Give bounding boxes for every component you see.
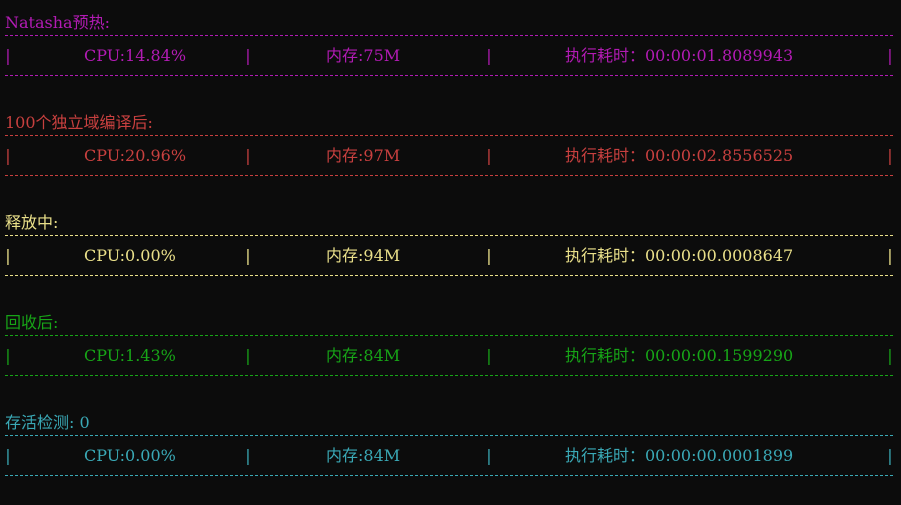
section-compiled: 100个独立域编译后: | CPU:20.96% | 内存:97M | 执行耗时…	[0, 113, 901, 203]
cpu-usage: CPU:14.84%	[84, 46, 187, 65]
column-separator: |	[5, 346, 11, 365]
column-separator: |	[5, 46, 11, 65]
dashed-divider	[5, 335, 893, 336]
column-separator: |	[486, 346, 492, 365]
memory-usage: 内存:84M	[326, 446, 401, 465]
column-separator: |	[887, 246, 893, 265]
column-separator: |	[245, 346, 251, 365]
section-heading: 回收后:	[5, 313, 59, 332]
memory-usage: 内存:97M	[326, 146, 401, 165]
stats-row: | CPU:14.84% | 内存:75M | 执行耗时：00:00:01.80…	[0, 45, 901, 67]
section-heading: 释放中:	[5, 213, 59, 232]
stats-row: | CPU:0.00% | 内存:84M | 执行耗时：00:00:00.000…	[0, 445, 901, 467]
stats-row: | CPU:1.43% | 内存:84M | 执行耗时：00:00:00.159…	[0, 345, 901, 367]
dashed-divider	[5, 475, 893, 476]
column-separator: |	[887, 346, 893, 365]
cpu-usage: CPU:0.00%	[84, 246, 176, 265]
memory-usage: 内存:84M	[326, 346, 401, 365]
execution-time: 执行耗时：00:00:01.8089943	[565, 46, 794, 65]
section-releasing: 释放中: | CPU:0.00% | 内存:94M | 执行耗时：00:00:0…	[0, 213, 901, 303]
column-separator: |	[887, 446, 893, 465]
column-separator: |	[887, 46, 893, 65]
dashed-divider	[5, 435, 893, 436]
column-separator: |	[245, 46, 251, 65]
dashed-divider	[5, 175, 893, 176]
dashed-divider	[5, 75, 893, 76]
column-separator: |	[5, 246, 11, 265]
section-collected: 回收后: | CPU:1.43% | 内存:84M | 执行耗时：00:00:0…	[0, 313, 901, 403]
column-separator: |	[245, 246, 251, 265]
column-separator: |	[245, 446, 251, 465]
cpu-usage: CPU:1.43%	[84, 346, 176, 365]
dashed-divider	[5, 235, 893, 236]
dashed-divider	[5, 35, 893, 36]
column-separator: |	[486, 446, 492, 465]
dashed-divider	[5, 375, 893, 376]
stats-row: | CPU:0.00% | 内存:94M | 执行耗时：00:00:00.000…	[0, 245, 901, 267]
stats-row: | CPU:20.96% | 内存:97M | 执行耗时：00:00:02.85…	[0, 145, 901, 167]
execution-time: 执行耗时：00:00:00.0001899	[565, 446, 794, 465]
dashed-divider	[5, 275, 893, 276]
section-heading: 存活检测: 0	[5, 413, 90, 432]
cpu-usage: CPU:0.00%	[84, 446, 176, 465]
execution-time: 执行耗时：00:00:00.1599290	[565, 346, 794, 365]
execution-time: 执行耗时：00:00:00.0008647	[565, 246, 794, 265]
section-heading: 100个独立域编译后:	[5, 113, 153, 132]
dashed-divider	[5, 135, 893, 136]
column-separator: |	[5, 146, 11, 165]
execution-time: 执行耗时：00:00:02.8556525	[565, 146, 794, 165]
section-warmup: Natasha预热: | CPU:14.84% | 内存:75M | 执行耗时：…	[0, 13, 901, 103]
memory-usage: 内存:94M	[326, 246, 401, 265]
section-heading: Natasha预热:	[5, 13, 110, 32]
console-window: Natasha预热: | CPU:14.84% | 内存:75M | 执行耗时：…	[0, 0, 901, 505]
column-separator: |	[245, 146, 251, 165]
column-separator: |	[486, 246, 492, 265]
column-separator: |	[5, 446, 11, 465]
column-separator: |	[486, 46, 492, 65]
column-separator: |	[486, 146, 492, 165]
column-separator: |	[887, 146, 893, 165]
section-alive-check: 存活检测: 0 | CPU:0.00% | 内存:84M | 执行耗时：00:0…	[0, 413, 901, 503]
cpu-usage: CPU:20.96%	[84, 146, 187, 165]
memory-usage: 内存:75M	[326, 46, 401, 65]
